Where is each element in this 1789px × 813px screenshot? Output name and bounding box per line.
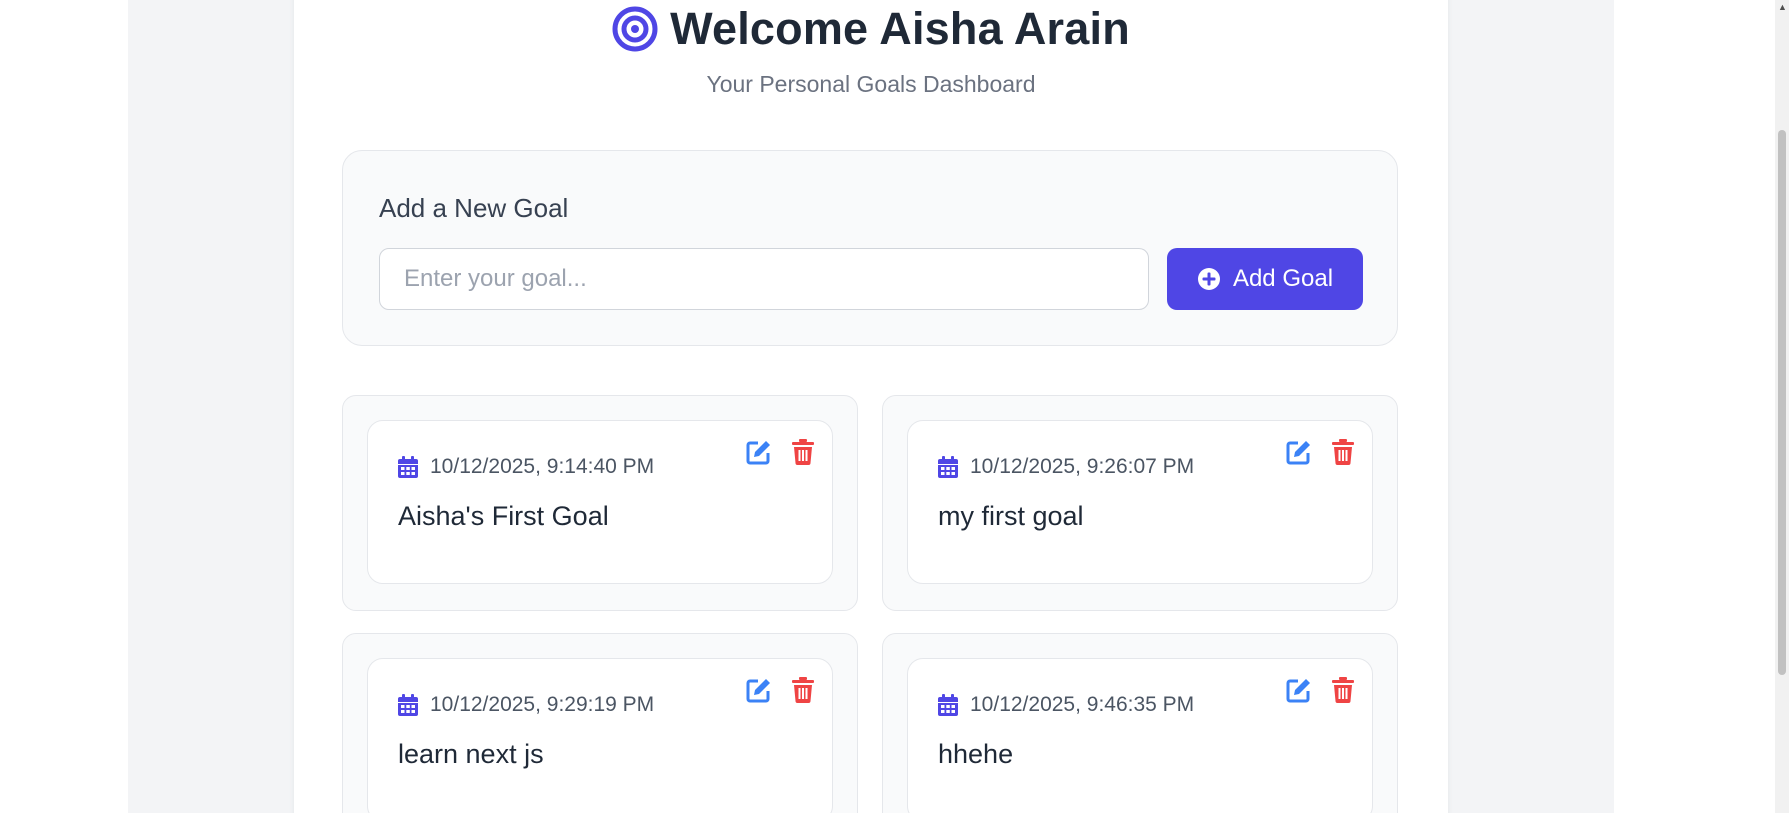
goal-date: 10/12/2025, 9:46:35 PM: [970, 693, 1195, 716]
goal-card: 10/12/2025, 9:29:19 PM learn next js: [342, 633, 858, 813]
edit-icon[interactable]: [1286, 677, 1312, 703]
add-goal-panel: Add a New Goal Add Goal: [342, 150, 1398, 346]
calendar-icon: [398, 694, 418, 716]
edit-icon[interactable]: [1286, 439, 1312, 465]
goal-date: 10/12/2025, 9:14:40 PM: [430, 455, 655, 478]
goal-date-row: 10/12/2025, 9:14:40 PM: [398, 455, 654, 479]
trash-icon[interactable]: [792, 677, 814, 703]
goal-text: my first goal: [938, 501, 1084, 531]
edit-icon[interactable]: [746, 677, 772, 703]
goal-card-inner: 10/12/2025, 9:46:35 PM hhehe: [907, 658, 1373, 813]
goal-date-row: 10/12/2025, 9:26:07 PM: [938, 455, 1194, 479]
goal-input[interactable]: [379, 248, 1149, 310]
goal-date: 10/12/2025, 9:29:19 PM: [430, 693, 655, 716]
scroll-up-arrow-icon[interactable]: ▲: [1778, 3, 1787, 12]
vertical-scrollbar[interactable]: ▲: [1775, 0, 1789, 813]
add-goal-heading: Add a New Goal: [379, 193, 569, 223]
plus-circle-icon: [1197, 268, 1220, 290]
page: Welcome Aisha Arain Your Personal Goals …: [0, 0, 1789, 813]
goal-card-inner: 10/12/2025, 9:14:40 PM Aisha's First Goa…: [367, 420, 833, 584]
goal-text: Aisha's First Goal: [398, 501, 609, 531]
goal-card-inner: 10/12/2025, 9:29:19 PM learn next js: [367, 658, 833, 813]
calendar-icon: [398, 456, 418, 478]
goal-card: 10/12/2025, 9:26:07 PM my first goal: [882, 395, 1398, 611]
goal-text: learn next js: [398, 739, 544, 769]
goal-text: hhehe: [938, 739, 1014, 769]
goal-card: 10/12/2025, 9:14:40 PM Aisha's First Goa…: [342, 395, 858, 611]
trash-icon[interactable]: [1332, 439, 1354, 465]
calendar-icon: [938, 694, 958, 716]
title-row: Welcome Aisha Arain: [294, 1, 1448, 57]
add-goal-button[interactable]: Add Goal: [1167, 248, 1363, 310]
goal-date-row: 10/12/2025, 9:29:19 PM: [398, 693, 654, 717]
goal-card-inner: 10/12/2025, 9:26:07 PM my first goal: [907, 420, 1373, 584]
edit-icon[interactable]: [746, 439, 772, 465]
bullseye-icon: [612, 6, 658, 52]
page-subtitle: Your Personal Goals Dashboard: [706, 71, 1036, 97]
dashboard-header: Welcome Aisha Arain Your Personal Goals …: [294, 0, 1448, 98]
scrollbar-thumb[interactable]: [1778, 130, 1786, 675]
goal-date-row: 10/12/2025, 9:46:35 PM: [938, 693, 1194, 717]
calendar-icon: [938, 456, 958, 478]
page-title: Welcome Aisha Arain: [670, 3, 1130, 54]
trash-icon[interactable]: [1332, 677, 1354, 703]
dashboard-card: Welcome Aisha Arain Your Personal Goals …: [294, 0, 1448, 813]
add-goal-button-label: Add Goal: [1232, 265, 1334, 292]
trash-icon[interactable]: [792, 439, 814, 465]
goal-date: 10/12/2025, 9:26:07 PM: [970, 455, 1195, 478]
goal-card: 10/12/2025, 9:46:35 PM hhehe: [882, 633, 1398, 813]
